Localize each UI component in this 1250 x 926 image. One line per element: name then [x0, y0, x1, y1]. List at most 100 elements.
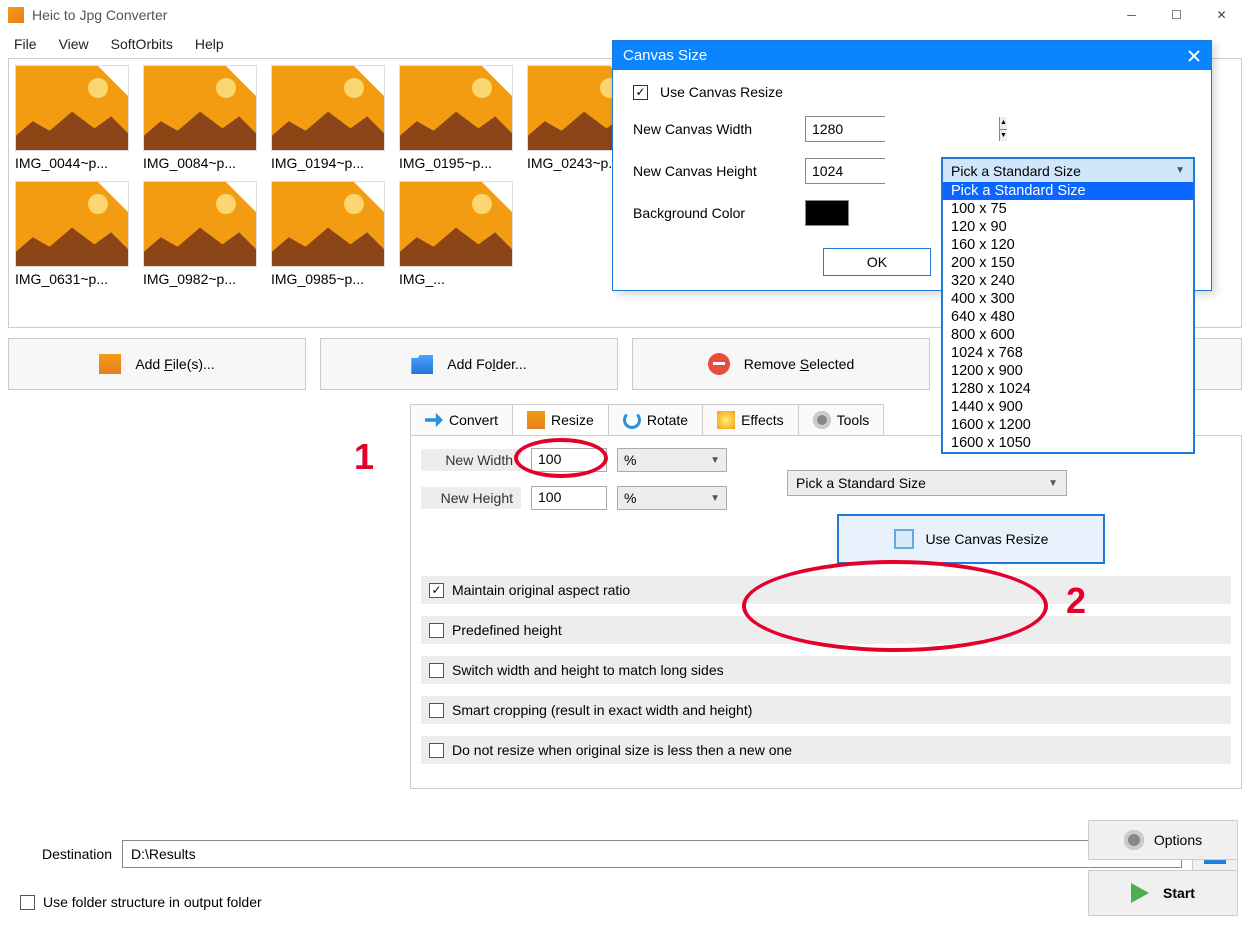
thumbnail-filename: IMG_0982~p... — [143, 271, 257, 287]
no-resize-checkbox[interactable]: Do not resize when original size is less… — [421, 736, 1231, 764]
standard-size-option[interactable]: 1200 x 900 — [943, 362, 1193, 380]
menu-file[interactable]: File — [4, 32, 47, 56]
canvas-height-label: New Canvas Height — [633, 163, 793, 179]
ok-button[interactable]: OK — [823, 248, 931, 276]
switch-wh-checkbox[interactable]: Switch width and height to match long si… — [421, 656, 1231, 684]
destination-select[interactable]: D:\Results ▼ — [122, 840, 1182, 868]
spin-down-icon[interactable]: ▼ — [999, 129, 1007, 142]
thumbnail-image — [399, 181, 513, 267]
dialog-close-button[interactable] — [1187, 49, 1201, 63]
standard-size-option[interactable]: 1440 x 900 — [943, 398, 1193, 416]
spin-up-icon[interactable]: ▲ — [999, 117, 1007, 129]
thumbnail-item[interactable]: IMG_... — [399, 181, 513, 287]
checkbox-icon — [429, 703, 444, 718]
thumbnail-image — [15, 181, 129, 267]
new-width-input[interactable]: 100 — [531, 448, 607, 472]
gear-icon — [1124, 830, 1144, 850]
new-width-label: New Width — [421, 449, 521, 471]
standard-size-option[interactable]: 1024 x 768 — [943, 344, 1193, 362]
smart-cropping-checkbox[interactable]: Smart cropping (result in exact width an… — [421, 696, 1231, 724]
standard-size-option[interactable]: Pick a Standard Size — [943, 182, 1193, 200]
tab-effects[interactable]: Effects — [702, 404, 799, 435]
tab-convert[interactable]: Convert — [410, 404, 513, 435]
thumbnail-item[interactable]: IMG_0195~p... — [399, 65, 513, 171]
chevron-down-icon: ▼ — [1048, 478, 1058, 489]
standard-size-option[interactable]: 640 x 480 — [943, 308, 1193, 326]
thumbnail-filename: IMG_0084~p... — [143, 155, 257, 171]
thumbnail-image — [15, 65, 129, 151]
thumbnail-filename: IMG_0985~p... — [271, 271, 385, 287]
predefined-height-checkbox[interactable]: Predefined height — [421, 616, 1231, 644]
annotation-number-1: 1 — [354, 436, 374, 478]
chevron-down-icon: ▼ — [710, 493, 720, 504]
image-icon — [99, 354, 121, 374]
resize-icon — [527, 411, 545, 429]
checkbox-icon — [429, 623, 444, 638]
menu-help[interactable]: Help — [185, 32, 234, 56]
add-files-button[interactable]: Add File(s)... — [8, 338, 306, 390]
standard-size-option[interactable]: 1600 x 1050 — [943, 434, 1193, 452]
options-button[interactable]: Options — [1088, 820, 1238, 860]
folder-structure-checkbox[interactable]: Use folder structure in output folder — [20, 894, 262, 910]
standard-size-option[interactable]: 320 x 240 — [943, 272, 1193, 290]
dialog-title: Canvas Size — [623, 47, 707, 64]
standard-size-option[interactable]: 400 x 300 — [943, 290, 1193, 308]
chevron-down-icon: ▼ — [710, 455, 720, 466]
width-unit-select[interactable]: %▼ — [617, 448, 727, 472]
standard-size-option[interactable]: 120 x 90 — [943, 218, 1193, 236]
annotation-number-2: 2 — [1066, 580, 1086, 622]
canvas-height-input[interactable]: ▲▼ — [805, 158, 885, 184]
convert-icon — [425, 411, 443, 429]
new-height-label: New Height — [421, 487, 521, 509]
thumbnail-filename: IMG_0631~p... — [15, 271, 129, 287]
standard-size-select[interactable]: Pick a Standard Size ▼ — [787, 470, 1067, 496]
thumbnail-item[interactable]: IMG_0985~p... — [271, 181, 385, 287]
standard-size-combo[interactable]: Pick a Standard Size ▼ — [942, 158, 1194, 182]
bg-color-swatch[interactable] — [805, 200, 849, 226]
standard-size-option[interactable]: 1600 x 1200 — [943, 416, 1193, 434]
standard-size-option[interactable]: 160 x 120 — [943, 236, 1193, 254]
app-icon — [8, 7, 24, 23]
maintain-ratio-checkbox[interactable]: ✓ Maintain original aspect ratio — [421, 576, 1231, 604]
height-unit-select[interactable]: %▼ — [617, 486, 727, 510]
thumbnail-item[interactable]: IMG_0982~p... — [143, 181, 257, 287]
thumbnail-image — [143, 65, 257, 151]
rotate-icon — [623, 411, 641, 429]
tab-rotate[interactable]: Rotate — [608, 404, 703, 435]
minimize-button[interactable]: ─ — [1109, 0, 1154, 30]
thumbnail-item[interactable]: IMG_0084~p... — [143, 65, 257, 171]
thumbnail-item[interactable]: IMG_0194~p... — [271, 65, 385, 171]
thumbnail-image — [399, 65, 513, 151]
use-canvas-resize-button[interactable]: Use Canvas Resize — [837, 514, 1105, 564]
chevron-down-icon: ▼ — [1175, 165, 1185, 176]
thumbnail-filename: IMG_... — [399, 271, 513, 287]
close-button[interactable]: ✕ — [1199, 0, 1244, 30]
remove-selected-button[interactable]: Remove Selected — [632, 338, 930, 390]
menu-view[interactable]: View — [49, 32, 99, 56]
standard-size-option[interactable]: 200 x 150 — [943, 254, 1193, 272]
use-canvas-resize-checkbox[interactable]: ✓ — [633, 85, 648, 100]
thumbnail-image — [271, 65, 385, 151]
new-height-input[interactable]: 100 — [531, 486, 607, 510]
start-button[interactable]: Start — [1088, 870, 1238, 916]
thumbnail-filename: IMG_0194~p... — [271, 155, 385, 171]
checkbox-icon — [429, 743, 444, 758]
standard-size-option[interactable]: 800 x 600 — [943, 326, 1193, 344]
destination-label: Destination — [12, 846, 112, 862]
thumbnail-item[interactable]: IMG_0631~p... — [15, 181, 129, 287]
canvas-size-dialog: Canvas Size ✓ Use Canvas Resize New Canv… — [612, 40, 1212, 291]
resize-panel: New Width 100 %▼ New Height 100 %▼ Pick … — [410, 435, 1242, 789]
standard-size-option[interactable]: 1280 x 1024 — [943, 380, 1193, 398]
effects-icon — [717, 411, 735, 429]
tab-tools[interactable]: Tools — [798, 404, 885, 435]
menu-softorbits[interactable]: SoftOrbits — [101, 32, 183, 56]
standard-size-option[interactable]: 100 x 75 — [943, 200, 1193, 218]
standard-size-dropdown: Pick a Standard Size ▼ Pick a Standard S… — [941, 157, 1195, 454]
canvas-width-input[interactable]: ▲▼ — [805, 116, 885, 142]
tab-resize[interactable]: Resize — [512, 404, 609, 435]
thumbnail-image — [271, 181, 385, 267]
maximize-button[interactable]: ☐ — [1154, 0, 1199, 30]
checkbox-icon — [429, 663, 444, 678]
thumbnail-item[interactable]: IMG_0044~p... — [15, 65, 129, 171]
add-folder-button[interactable]: Add Folder... — [320, 338, 618, 390]
